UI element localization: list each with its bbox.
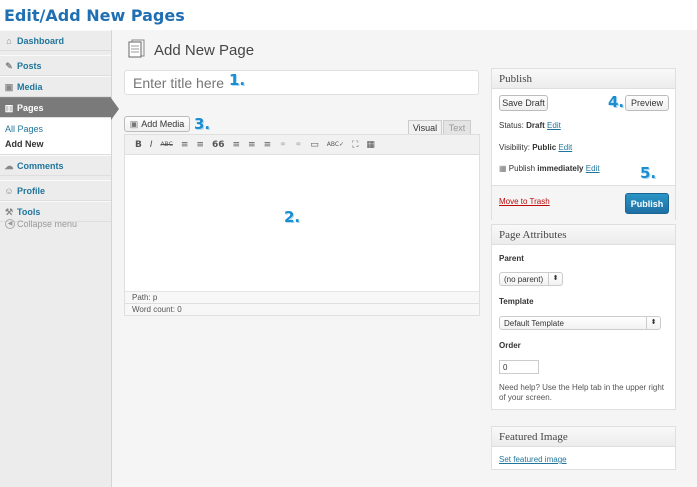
bullet-list-button[interactable]: ≡ xyxy=(181,140,189,150)
read-more-button[interactable]: ▭ xyxy=(310,140,319,150)
comments-icon: ☁ xyxy=(4,161,14,171)
editor-path: Path: p xyxy=(125,291,479,303)
callout-5: 5. xyxy=(640,164,657,182)
sidebar-item-label: Dashboard xyxy=(17,35,65,46)
preview-button[interactable]: Preview xyxy=(625,95,669,111)
profile-icon: ☺ xyxy=(4,186,14,196)
template-label: Template xyxy=(499,297,534,306)
remove-link-button[interactable]: ⚭ xyxy=(295,140,303,150)
publish-actions: Move to Trash Publish xyxy=(492,185,675,221)
help-text: Need help? Use the Help tab in the upper… xyxy=(499,383,664,402)
publish-prefix: Publish xyxy=(508,164,538,173)
spellcheck-button[interactable]: ABC✓ xyxy=(327,141,344,148)
featured-image-title: Featured Image xyxy=(492,427,675,447)
kitchen-sink-button[interactable]: ▦ xyxy=(366,140,375,150)
italic-button[interactable]: I xyxy=(150,140,153,150)
sidebar-item-label: Pages xyxy=(17,102,44,113)
media-icon: ▣ xyxy=(4,82,14,92)
save-draft-button[interactable]: Save Draft xyxy=(499,95,548,111)
sidebar-item-label: Posts xyxy=(17,60,42,71)
collapse-menu-button[interactable]: ◀ Collapse menu xyxy=(0,216,77,232)
editor-toolbar: B I ABC ≡ ≡ 66 ≡ ≡ ≡ ⚭ ⚭ ▭ ABC✓ ⛶ ▦ xyxy=(125,135,479,155)
pin-icon: ✎ xyxy=(5,61,13,71)
align-right-button[interactable]: ≡ xyxy=(264,140,272,150)
status-row: Status: Draft Edit xyxy=(499,121,561,130)
submenu-item-all-pages[interactable]: All Pages xyxy=(0,122,111,137)
fullscreen-button[interactable]: ⛶ xyxy=(352,140,358,150)
publish-box-title: Publish xyxy=(492,69,675,89)
sidebar-item-media[interactable]: ▣ Media xyxy=(0,76,111,97)
sidebar-item-profile[interactable]: ☺ Profile xyxy=(0,180,111,201)
select-arrows-icon: ⬍ xyxy=(548,273,562,285)
parent-select-value: (no parent) xyxy=(504,274,544,284)
align-left-button[interactable]: ≡ xyxy=(232,140,240,150)
content-editor[interactable]: B I ABC ≡ ≡ 66 ≡ ≡ ≡ ⚭ ⚭ ▭ ABC✓ ⛶ ▦ Path… xyxy=(124,134,480,316)
strikethrough-button[interactable]: ABC xyxy=(161,141,173,148)
tutorial-heading: Edit/Add New Pages xyxy=(4,6,185,25)
add-media-label: Add Media xyxy=(141,119,185,129)
move-to-trash-link[interactable]: Move to Trash xyxy=(499,197,550,206)
publish-value: immediately xyxy=(537,164,584,173)
parent-select[interactable]: (no parent) ⬍ xyxy=(499,272,563,286)
collapse-arrow-icon: ◀ xyxy=(5,219,15,229)
visibility-value: Public xyxy=(532,143,557,152)
title-input[interactable] xyxy=(124,70,479,95)
callout-4: 4. xyxy=(608,93,625,111)
add-media-icon: ▣ xyxy=(129,118,139,129)
sidebar-item-label: Tools xyxy=(17,206,41,217)
visibility-row: Visibility: Public Edit xyxy=(499,143,572,152)
calendar-icon: ▦ xyxy=(499,164,507,173)
blockquote-button[interactable]: 66 xyxy=(212,140,225,150)
publish-button[interactable]: Publish xyxy=(625,193,669,214)
add-media-button[interactable]: ▣ Add Media xyxy=(124,116,190,132)
page-attributes-box: Page Attributes Parent (no parent) ⬍ Tem… xyxy=(491,224,676,410)
status-prefix: Status: xyxy=(499,121,527,130)
collapse-menu-label: Collapse menu xyxy=(17,219,78,229)
submenu-item-add-new[interactable]: Add New xyxy=(0,137,111,152)
page-attributes-title: Page Attributes xyxy=(492,225,675,245)
sidebar-item-dashboard[interactable]: ⌂ Dashboard xyxy=(0,30,111,51)
page-title: Add New Page xyxy=(154,42,255,59)
pages-icon: ▥ xyxy=(4,103,14,113)
select-arrows-icon: ⬍ xyxy=(646,317,660,329)
publish-date-edit-link[interactable]: Edit xyxy=(586,164,600,173)
featured-image-box: Featured Image Set featured image xyxy=(491,426,676,470)
align-center-button[interactable]: ≡ xyxy=(248,140,256,150)
set-featured-image-link[interactable]: Set featured image xyxy=(499,455,567,464)
insert-link-button[interactable]: ⚭ xyxy=(279,140,287,150)
status-value: Draft xyxy=(526,121,545,130)
callout-2: 2. xyxy=(284,208,301,226)
dashboard-icon: ⌂ xyxy=(6,36,12,46)
status-edit-link[interactable]: Edit xyxy=(547,121,561,130)
visibility-edit-link[interactable]: Edit xyxy=(558,143,572,152)
sidebar-item-posts[interactable]: ✎ Posts xyxy=(0,55,111,76)
visibility-prefix: Visibility: xyxy=(499,143,533,152)
pages-icon xyxy=(128,39,145,58)
sidebar-item-label: Profile xyxy=(17,185,46,196)
sidebar-item-label: Media xyxy=(17,81,43,92)
word-count: Word count: 0 xyxy=(125,303,479,315)
bold-button[interactable]: B xyxy=(135,140,142,150)
publish-box: Publish Save Draft 4. Preview Status: Dr… xyxy=(491,68,676,221)
publish-date-row: ▦ Publish immediately Edit xyxy=(499,164,600,173)
sidebar-item-pages[interactable]: ▥ Pages xyxy=(0,97,119,120)
order-label: Order xyxy=(499,341,521,350)
wordpress-screen: ⌂ Dashboard ✎ Posts ▣ Media ▥ Pages All … xyxy=(0,30,697,487)
sidebar-item-comments[interactable]: ☁ Comments xyxy=(0,155,111,176)
tab-visual[interactable]: Visual xyxy=(408,120,442,135)
numbered-list-button[interactable]: ≡ xyxy=(196,140,204,150)
callout-3: 3. xyxy=(194,115,211,133)
sidebar-item-label: Comments xyxy=(17,160,64,171)
admin-sidebar: ⌂ Dashboard ✎ Posts ▣ Media ▥ Pages All … xyxy=(0,30,119,487)
parent-label: Parent xyxy=(499,254,524,263)
order-input[interactable]: 0 xyxy=(499,360,539,374)
template-select[interactable]: Default Template ⬍ xyxy=(499,316,661,330)
callout-1: 1. xyxy=(229,71,246,89)
template-select-value: Default Template xyxy=(504,318,564,328)
pages-submenu: All Pages Add New xyxy=(0,118,111,155)
tab-text[interactable]: Text xyxy=(443,120,471,135)
